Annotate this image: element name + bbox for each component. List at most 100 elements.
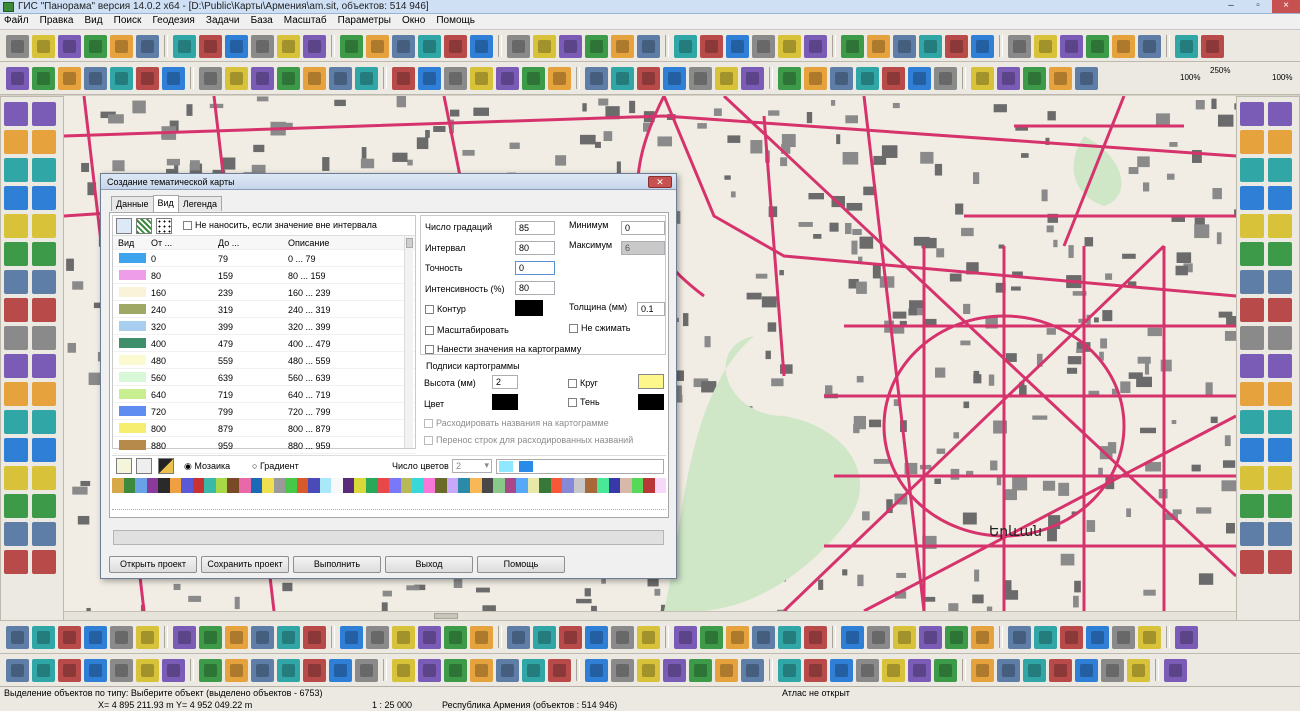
menu-scale[interactable]: Масштаб <box>280 14 331 27</box>
edit-tool-icon[interactable] <box>392 66 415 90</box>
main-tool-icon[interactable] <box>6 34 29 58</box>
palette-color[interactable] <box>469 478 482 493</box>
main-tool-icon[interactable] <box>58 34 81 58</box>
edit-tool-icon[interactable] <box>908 66 931 90</box>
bottom2-tool-icon[interactable] <box>663 658 686 682</box>
palette-color[interactable] <box>412 478 424 493</box>
right-tool-icon[interactable] <box>1240 130 1264 154</box>
swap-icon[interactable] <box>136 458 152 474</box>
gradient-radio[interactable]: ○ Градиент <box>252 461 299 471</box>
points-mode-icon[interactable] <box>156 218 172 234</box>
right-tool-icon[interactable] <box>1240 438 1264 462</box>
row-from[interactable]: 640 <box>151 390 166 400</box>
row-color-swatch[interactable] <box>119 406 146 416</box>
exit-button[interactable]: Выход <box>385 556 473 573</box>
edit-tool-icon[interactable] <box>830 66 853 90</box>
bottom2-tool-icon[interactable] <box>84 658 107 682</box>
row-description[interactable]: 480 ... 559 <box>288 356 331 366</box>
row-to[interactable]: 79 <box>218 254 228 264</box>
row-from[interactable]: 160 <box>151 288 166 298</box>
left-tool-icon[interactable] <box>32 466 56 490</box>
right-tool-icon[interactable] <box>1240 550 1264 574</box>
palette-color[interactable] <box>643 478 655 493</box>
palette-color[interactable] <box>481 478 494 493</box>
main-tool-icon[interactable] <box>1034 34 1057 58</box>
left-tool-icon[interactable] <box>4 494 28 518</box>
bottom1-tool-icon[interactable] <box>173 625 196 649</box>
bottom1-tool-icon[interactable] <box>867 625 890 649</box>
precision-input[interactable]: 0 <box>515 261 555 275</box>
tab-legend[interactable]: Легенда <box>177 196 223 211</box>
left-tool-icon[interactable] <box>32 158 56 182</box>
edit-tool-icon[interactable] <box>58 66 81 90</box>
row-color-swatch[interactable] <box>119 321 146 331</box>
table-scroll-thumb[interactable] <box>405 238 413 248</box>
edit-tool-icon[interactable] <box>934 66 957 90</box>
main-tool-icon[interactable] <box>637 34 660 58</box>
contour-color-swatch[interactable] <box>515 300 543 316</box>
left-tool-icon[interactable] <box>32 102 56 126</box>
main-tool-icon[interactable] <box>84 34 107 58</box>
row-description[interactable]: 0 ... 79 <box>288 254 316 264</box>
left-tool-icon[interactable] <box>32 214 56 238</box>
color-count-select[interactable]: 2 ▾ <box>452 459 492 473</box>
main-tool-icon[interactable] <box>533 34 556 58</box>
main-tool-icon[interactable] <box>303 34 326 58</box>
left-tool-icon[interactable] <box>4 354 28 378</box>
left-tool-icon[interactable] <box>32 242 56 266</box>
left-tool-icon[interactable] <box>4 130 28 154</box>
bottom2-tool-icon[interactable] <box>355 658 378 682</box>
bottom2-tool-icon[interactable] <box>110 658 133 682</box>
edit-tool-icon[interactable] <box>548 66 571 90</box>
bottom2-tool-icon[interactable] <box>58 658 81 682</box>
help-button[interactable]: Помощь <box>477 556 565 573</box>
main-tool-icon[interactable] <box>366 34 389 58</box>
bottom2-tool-icon[interactable] <box>908 658 931 682</box>
bottom1-tool-icon[interactable] <box>726 625 749 649</box>
main-tool-icon[interactable] <box>277 34 300 58</box>
row-from[interactable]: 400 <box>151 339 166 349</box>
bottom1-tool-icon[interactable] <box>945 625 968 649</box>
bottom2-tool-icon[interactable] <box>741 658 764 682</box>
main-tool-icon[interactable] <box>1060 34 1083 58</box>
palette-color[interactable] <box>319 478 332 493</box>
edit-tool-icon[interactable] <box>637 66 660 90</box>
gradations-input[interactable]: 85 <box>515 221 555 235</box>
mosaic-radio[interactable]: ◉ Мозаика <box>184 461 230 472</box>
bottom2-tool-icon[interactable] <box>548 658 571 682</box>
edit-tool-icon[interactable] <box>997 66 1020 90</box>
palette-color[interactable] <box>112 478 124 493</box>
edit-tool-icon[interactable] <box>1023 66 1046 90</box>
min-input[interactable]: 0 <box>621 221 665 235</box>
bottom2-tool-icon[interactable] <box>522 658 545 682</box>
right-tool-icon[interactable] <box>1268 550 1292 574</box>
palette-color[interactable] <box>539 478 551 493</box>
sun-icon[interactable] <box>116 458 132 474</box>
edit-tool-icon[interactable] <box>225 66 248 90</box>
palette-color[interactable] <box>169 478 182 493</box>
right-tool-icon[interactable] <box>1268 130 1292 154</box>
height-input[interactable]: 2 <box>492 375 518 389</box>
palette-color[interactable] <box>596 478 609 493</box>
bottom1-tool-icon[interactable] <box>674 625 697 649</box>
bottom2-tool-icon[interactable] <box>418 658 441 682</box>
edit-tool-icon[interactable] <box>6 66 29 90</box>
main-tool-icon[interactable] <box>559 34 582 58</box>
row-color-swatch[interactable] <box>119 389 146 399</box>
palette-color[interactable] <box>550 478 563 493</box>
bottom1-tool-icon[interactable] <box>251 625 274 649</box>
bottom2-tool-icon[interactable] <box>971 658 994 682</box>
palette-color[interactable] <box>389 478 401 493</box>
row-from[interactable]: 320 <box>151 322 166 332</box>
palette-color[interactable] <box>158 478 170 493</box>
main-tool-icon[interactable] <box>392 34 415 58</box>
edit-tool-icon[interactable] <box>162 66 185 90</box>
row-color-swatch[interactable] <box>119 355 146 365</box>
right-tool-icon[interactable] <box>1268 270 1292 294</box>
right-tool-icon[interactable] <box>1268 102 1292 126</box>
row-from[interactable]: 0 <box>151 254 156 264</box>
zoom-250-label[interactable]: 250% <box>1210 66 1230 75</box>
hatch-mode-icon[interactable] <box>136 218 152 234</box>
main-tool-icon[interactable] <box>225 34 248 58</box>
right-tool-icon[interactable] <box>1240 102 1264 126</box>
